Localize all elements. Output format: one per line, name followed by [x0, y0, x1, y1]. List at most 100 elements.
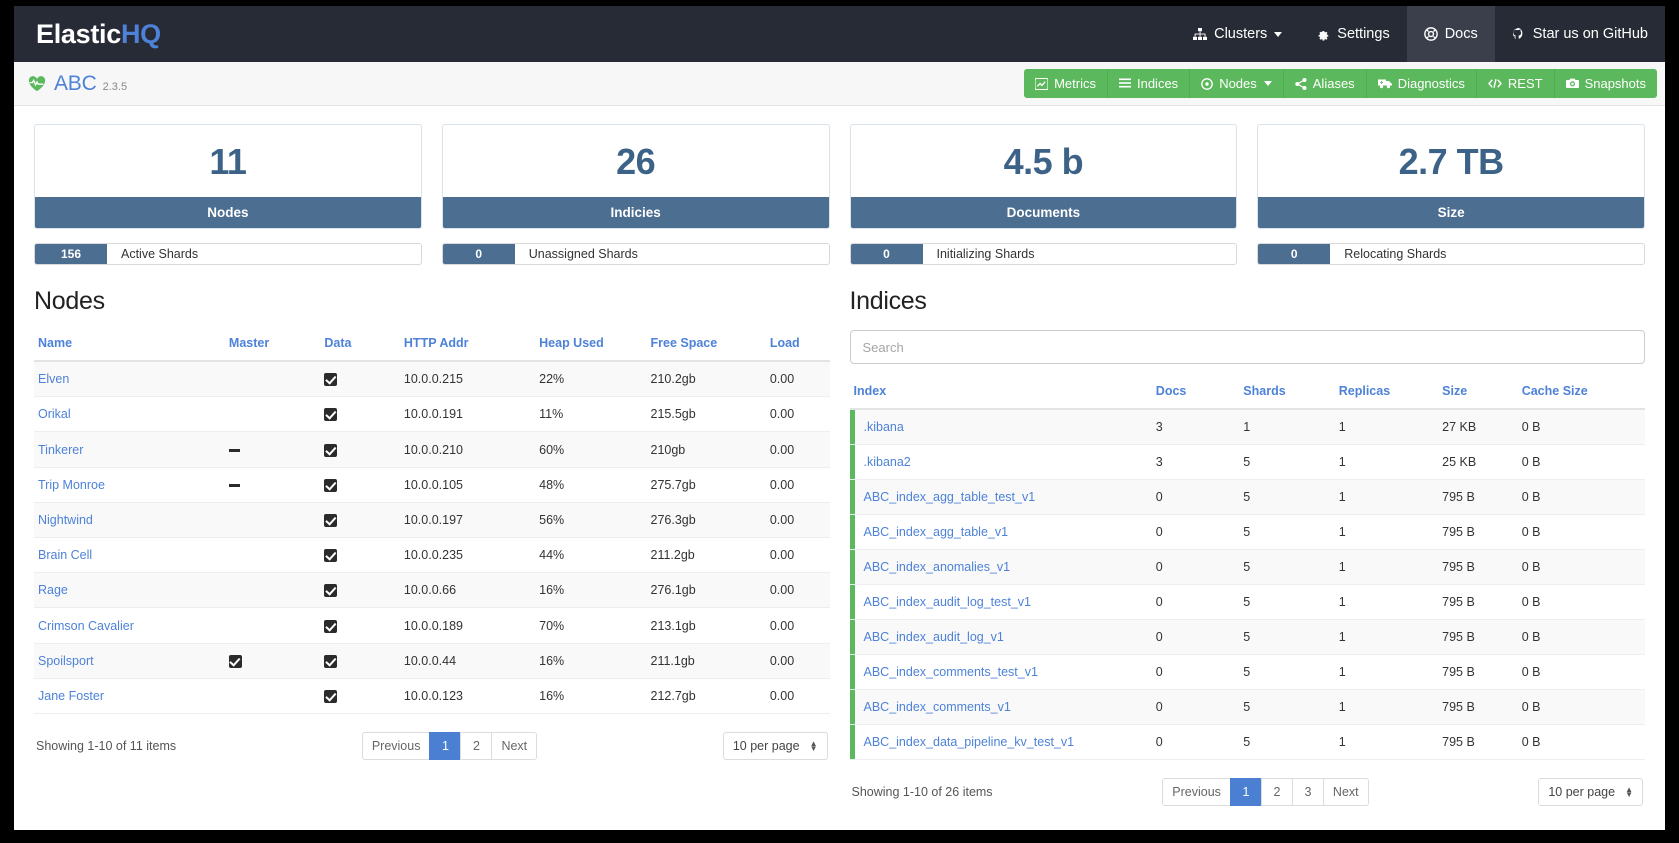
brand-logo[interactable]: ElasticHQ [14, 6, 183, 62]
data-checkbox[interactable] [324, 620, 337, 633]
button-nodes[interactable]: Nodes [1190, 69, 1284, 98]
nodes-panel-title: Nodes [34, 287, 830, 316]
node-name[interactable]: Spoilsport [34, 643, 225, 678]
indices-col-cache-size[interactable]: Cache Size [1518, 378, 1645, 409]
table-row: Spoilsport10.0.0.4416%211.1gb0.00 [34, 643, 830, 678]
table-row: Jane Foster10.0.0.12316%212.7gb0.00 [34, 678, 830, 713]
button-aliases[interactable]: Aliases [1284, 69, 1367, 98]
node-name[interactable]: Trip Monroe [34, 467, 225, 502]
node-http-addr: 10.0.0.66 [400, 573, 535, 608]
nodes-col-master[interactable]: Master [225, 330, 320, 361]
lifebuoy-icon [1424, 27, 1438, 41]
node-http-addr: 10.0.0.191 [400, 397, 535, 432]
stepper-icon: ▲▼ [810, 741, 818, 751]
indices-col-shards[interactable]: Shards [1239, 378, 1334, 409]
button-snapshots[interactable]: Snapshots [1555, 69, 1657, 98]
index-size: 795 B [1438, 480, 1518, 515]
indices-col-replicas[interactable]: Replicas [1335, 378, 1438, 409]
nodes-page-buttons: Previous12Next [362, 732, 537, 760]
nodes-per-page-select[interactable]: 10 per page ▲▼ [723, 732, 828, 760]
page-footer: ElasticHQ.org · GitHub Page · @ElasticHQ… [14, 806, 1665, 830]
index-cache-size: 0 B [1518, 690, 1645, 725]
node-name[interactable]: Crimson Cavalier [34, 608, 225, 643]
node-name[interactable]: Brain Cell [34, 538, 225, 573]
indices-page-1[interactable]: 1 [1230, 778, 1262, 806]
node-data-cell [320, 608, 400, 643]
button-diagnostics[interactable]: Diagnostics [1367, 69, 1477, 98]
stat-label-indicies: Indicies [443, 197, 829, 228]
nodes-next-button[interactable]: Next [491, 732, 537, 760]
indices-per-page-select[interactable]: 10 per page ▲▼ [1538, 778, 1643, 806]
heartbeat-icon [28, 76, 46, 97]
node-name[interactable]: Orikal [34, 397, 225, 432]
node-load: 0.00 [766, 397, 830, 432]
index-name[interactable]: ABC_index_audit_log_v1 [850, 620, 1152, 655]
indices-col-docs[interactable]: Docs [1152, 378, 1240, 409]
data-checkbox[interactable] [324, 514, 337, 527]
master-checkbox[interactable] [229, 655, 242, 668]
node-heap-used: 16% [535, 643, 646, 678]
indices-header-row: Index Docs Shards Replicas Size Cache Si… [850, 378, 1646, 409]
table-row: ABC_index_comments_test_v1051795 B0 B [850, 655, 1646, 690]
nodes-page-1[interactable]: 1 [429, 732, 461, 760]
nodes-col-http-addr[interactable]: HTTP Addr [400, 330, 535, 361]
indices-col-size[interactable]: Size [1438, 378, 1518, 409]
stat-card-nodes-wrap: 11 Nodes [24, 124, 432, 229]
index-name[interactable]: ABC_index_comments_v1 [850, 690, 1152, 725]
brand-part-hq: HQ [121, 19, 161, 50]
index-name[interactable]: ABC_index_audit_log_test_v1 [850, 585, 1152, 620]
indices-search-input[interactable] [850, 330, 1646, 364]
shard-value-relocating: 0 [1258, 244, 1330, 264]
nav-item-settings[interactable]: Settings [1299, 6, 1406, 62]
indices-page-2[interactable]: 2 [1261, 778, 1293, 806]
index-name[interactable]: ABC_index_data_pipeline_kv_test_v1 [850, 725, 1152, 760]
button-rest[interactable]: REST [1477, 69, 1555, 98]
indices-page-3[interactable]: 3 [1292, 778, 1324, 806]
node-master-cell [225, 573, 320, 608]
node-name[interactable]: Tinkerer [34, 432, 225, 467]
data-checkbox[interactable] [324, 479, 337, 492]
index-replicas: 1 [1335, 620, 1438, 655]
index-name[interactable]: .kibana2 [850, 445, 1152, 480]
indices-previous-button[interactable]: Previous [1162, 778, 1231, 806]
data-checkbox[interactable] [324, 408, 337, 421]
nav-item-docs[interactable]: Docs [1407, 6, 1495, 62]
data-checkbox[interactable] [324, 584, 337, 597]
node-load: 0.00 [766, 467, 830, 502]
index-size: 27 KB [1438, 409, 1518, 445]
indices-next-button[interactable]: Next [1323, 778, 1369, 806]
node-name[interactable]: Nightwind [34, 502, 225, 537]
indices-per-page-label: 10 per page [1548, 785, 1615, 799]
node-heap-used: 11% [535, 397, 646, 432]
button-metrics[interactable]: Metrics [1024, 69, 1108, 98]
node-name[interactable]: Elven [34, 361, 225, 397]
data-checkbox[interactable] [324, 655, 337, 668]
index-name[interactable]: ABC_index_agg_table_v1 [850, 515, 1152, 550]
nodes-col-heap-used[interactable]: Heap Used [535, 330, 646, 361]
data-checkbox[interactable] [324, 549, 337, 562]
index-size: 795 B [1438, 690, 1518, 725]
data-checkbox[interactable] [324, 373, 337, 386]
node-free-space: 215.5gb [647, 397, 766, 432]
data-checkbox[interactable] [324, 444, 337, 457]
index-name[interactable]: .kibana [850, 409, 1152, 445]
nav-item-star-github[interactable]: Star us on GitHub [1495, 6, 1665, 62]
indices-col-index[interactable]: Index [850, 378, 1152, 409]
index-name[interactable]: ABC_index_comments_test_v1 [850, 655, 1152, 690]
index-name[interactable]: ABC_index_anomalies_v1 [850, 550, 1152, 585]
node-name[interactable]: Rage [34, 573, 225, 608]
nodes-page-2[interactable]: 2 [460, 732, 492, 760]
nodes-col-load[interactable]: Load [766, 330, 830, 361]
nodes-col-name[interactable]: Name [34, 330, 225, 361]
nav-item-clusters[interactable]: Clusters [1176, 6, 1299, 62]
button-indices[interactable]: Indices [1108, 69, 1190, 98]
index-shards: 5 [1239, 690, 1334, 725]
nodes-col-data[interactable]: Data [320, 330, 400, 361]
nodes-col-free-space[interactable]: Free Space [647, 330, 766, 361]
data-checkbox[interactable] [324, 690, 337, 703]
cluster-name[interactable]: ABC [54, 72, 97, 96]
node-name[interactable]: Jane Foster [34, 678, 225, 713]
nodes-previous-button[interactable]: Previous [362, 732, 431, 760]
index-name[interactable]: ABC_index_agg_table_test_v1 [850, 480, 1152, 515]
navbar-items: Clusters Settings Docs Star us on G [1176, 6, 1665, 62]
